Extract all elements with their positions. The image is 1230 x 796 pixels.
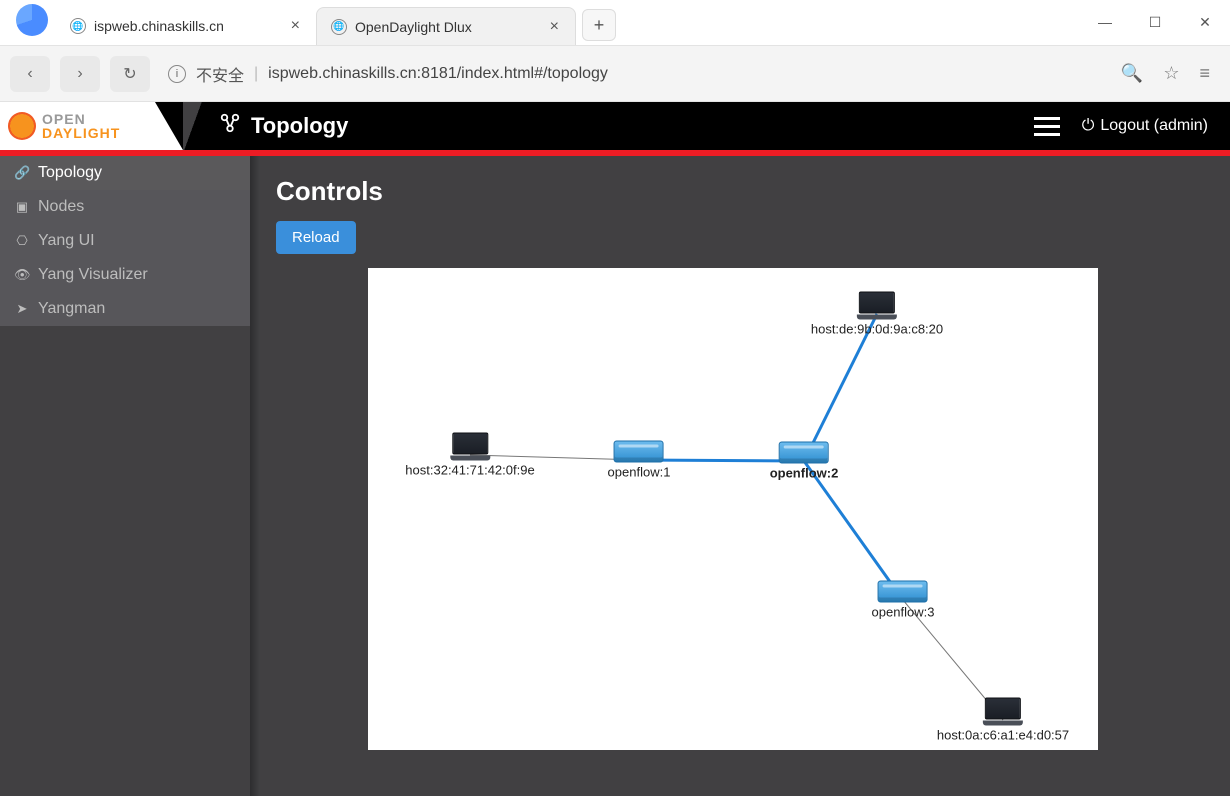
switch-icon [779,442,829,464]
reload-browser-button[interactable]: ↻ [110,56,150,92]
switch-icon [614,441,664,463]
sidebar-item-yang-ui[interactable]: ⎔ Yang UI [0,224,250,258]
node-label: openflow:1 [608,465,671,480]
controls-heading: Controls [276,176,1204,207]
sidebar-item-topology[interactable]: 🔗 Topology [0,156,250,190]
sidebar-item-label: Topology [38,164,102,182]
node-label: host:32:41:71:42:0f:9e [405,463,534,478]
zoom-icon[interactable]: 🔍 [1121,63,1143,84]
menu-icon[interactable]: ≡ [1199,63,1210,84]
node-label: openflow:2 [770,466,839,481]
address-bar[interactable]: i 不安全 | ispweb.chinaskills.cn:8181/index… [160,62,1111,86]
tab-title: ispweb.chinaskills.cn [94,18,281,34]
sidebar-item-yangman[interactable]: ➤ Yangman [0,292,250,326]
info-icon[interactable]: i [168,65,186,83]
topology-canvas[interactable]: host:32:41:71:42:0f:9e openflow:1 openflow… [368,268,1098,750]
logout-button[interactable]: ⏻ Logout (admin) [1082,117,1208,135]
sidebar-item-yang-visualizer[interactable]: 👁 Yang Visualizer [0,258,250,292]
minimize-button[interactable]: — [1080,2,1130,42]
insecure-label: 不安全 [196,62,244,86]
link-icon: 🔗 [14,165,30,181]
topology-node-h1[interactable]: host:32:41:71:42:0f:9e [405,433,534,478]
globe-icon: 🌐 [331,19,347,35]
topology-links [368,268,1098,750]
hamburger-button[interactable] [1034,117,1060,136]
sidebar-item-label: Yang UI [38,232,95,250]
close-icon[interactable]: × [548,18,561,36]
node-label: openflow:3 [872,605,935,620]
sidebar-item-label: Nodes [38,198,84,216]
node-label: host:de:9b:0d:9a:c8:20 [811,322,943,337]
url-text: ispweb.chinaskills.cn:8181/index.html#/t… [268,65,608,83]
brand-top: OPEN [42,112,120,126]
topology-icon [219,112,241,140]
topology-node-s3[interactable]: openflow:3 [872,581,935,620]
brand-bottom: DAYLIGHT [42,126,120,140]
new-tab-button[interactable]: + [582,9,616,41]
host-icon [983,698,1023,726]
content: Controls Reload host:32:41:71:42:0f:9e op… [250,156,1230,796]
tab-opendaylight[interactable]: 🌐 OpenDaylight Dlux × [316,7,576,45]
maximize-button[interactable]: ☐ [1130,2,1180,42]
close-window-button[interactable]: ✕ [1180,2,1230,42]
topology-node-h3[interactable]: host:0a:c6:a1:e4:d0:57 [937,698,1069,743]
close-icon[interactable]: × [289,17,302,35]
tab-title: OpenDaylight Dlux [355,19,540,35]
globe-icon: 🌐 [70,18,86,34]
sun-icon [8,112,36,140]
host-icon [857,292,897,320]
send-icon: ➤ [14,301,30,317]
topology-node-s1[interactable]: openflow:1 [608,441,671,480]
opendaylight-logo[interactable]: OPEN DAYLIGHT [0,102,155,150]
power-icon: ⏻ [1082,117,1095,135]
node-label: host:0a:c6:a1:e4:d0:57 [937,728,1069,743]
eye-icon: 👁 [14,267,30,283]
forward-button[interactable]: › [60,56,100,92]
topology-node-s2[interactable]: openflow:2 [770,442,839,481]
window-controls: — ☐ ✕ [1080,0,1230,45]
code-icon: ⎔ [14,233,30,249]
tab-ispweb[interactable]: 🌐 ispweb.chinaskills.cn × [56,7,316,45]
sidebar: 🔗 Topology ▣ Nodes ⎔ Yang UI 👁 Yang Visu… [0,156,250,796]
bookmark-icon[interactable]: ☆ [1163,63,1179,84]
sidebar-item-label: Yang Visualizer [38,266,148,284]
tab-strip: 🌐 ispweb.chinaskills.cn × 🌐 OpenDaylight… [0,0,1230,46]
topology-node-h2[interactable]: host:de:9b:0d:9a:c8:20 [811,292,943,337]
sidebar-item-nodes[interactable]: ▣ Nodes [0,190,250,224]
back-button[interactable]: ‹ [10,56,50,92]
sidebar-item-label: Yangman [38,300,105,318]
app-header: OPEN DAYLIGHT Topology ⏻ Logout (admin) [0,102,1230,150]
browser-toolbar: ‹ › ↻ i 不安全 | ispweb.chinaskills.cn:8181… [0,46,1230,102]
reload-button[interactable]: Reload [276,221,356,254]
browser-chrome: 🌐 ispweb.chinaskills.cn × 🌐 OpenDaylight… [0,0,1230,102]
page-title: Topology [203,112,348,140]
browser-logo-icon [16,4,48,36]
host-icon [450,433,490,461]
sitemap-icon: ▣ [14,199,30,215]
app: OPEN DAYLIGHT Topology ⏻ Logout (admin) [0,102,1230,796]
switch-icon [878,581,928,603]
